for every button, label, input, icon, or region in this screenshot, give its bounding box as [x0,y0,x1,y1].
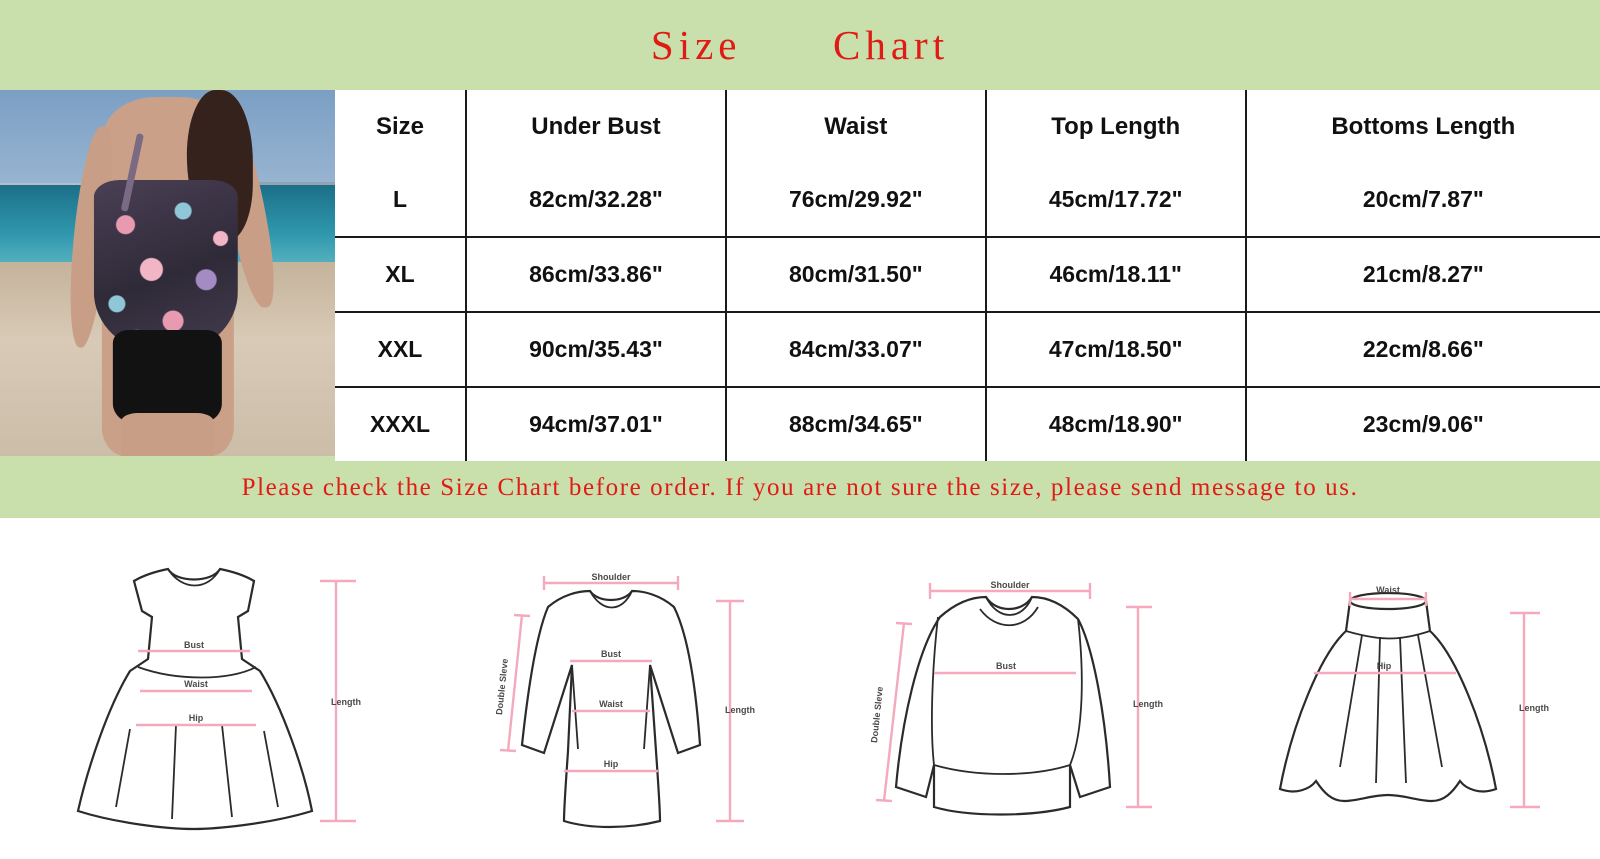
photo-model [62,90,282,456]
top-shoulder-label: Shoulder [591,572,630,582]
cell-bottoms-length: 20cm/7.87" [1244,163,1600,238]
cell-under-bust: 90cm/35.43" [465,311,727,388]
top-waist-label: Waist [599,699,623,709]
cell-bottoms-length: 23cm/9.06" [1244,386,1600,461]
cell-under-bust: 86cm/33.86" [465,236,727,313]
measurement-diagrams: Bust Waist Hip Length Shoulder Double Sl… [0,518,1600,859]
top-hip-label: Hip [604,759,619,769]
long-sleeve-top-icon: Shoulder Double Sleve Bust Waist Hip Len… [494,572,755,828]
cell-waist: 88cm/34.65" [724,386,987,461]
cell-waist: 84cm/33.07" [724,311,987,388]
cell-size: XXXL [335,386,467,461]
diagram-sweatshirt: Shoulder Double Sleve Bust Length [808,539,1188,839]
diagram-sleeveless-dress: Bust Waist Hip Length [16,539,396,839]
header-bottoms-length: Bottoms Length [1244,90,1600,163]
diagram-long-sleeve-top: Shoulder Double Sleve Bust Waist Hip Len… [412,539,792,839]
sweatshirt-length-label: Length [1133,699,1163,709]
cell-top-length: 45cm/17.72" [984,163,1247,238]
product-photo [0,90,335,456]
sweatshirt-sleeve-label: Double Sleve [869,686,885,743]
dress-bust-label: Bust [184,640,204,650]
size-chart-page: Size Chart Size Under Bust Waist Top Len… [0,0,1600,859]
skirt-icon: Waist Hip Length [1278,585,1549,808]
skirt-waist-label: Waist [1376,585,1400,595]
table-row: L 82cm/32.28" 76cm/29.92" 45cm/17.72" 20… [335,163,1600,238]
dress-waist-label: Waist [184,679,208,689]
cell-bottoms-length: 21cm/8.27" [1244,236,1600,313]
cell-under-bust: 82cm/32.28" [465,163,727,238]
black-swim-shorts [113,330,222,424]
header-under-bust: Under Bust [465,90,727,163]
size-table: Size Under Bust Waist Top Length Bottoms… [335,90,1600,461]
cell-waist: 80cm/31.50" [724,236,987,313]
sweatshirt-icon: Shoulder Double Sleve Bust Length [869,580,1163,816]
cell-size: L [335,163,467,238]
chart-body: Size Under Bust Waist Top Length Bottoms… [0,90,1600,461]
model-legs [120,412,215,456]
top-length-label: Length [725,705,755,715]
header-waist: Waist [724,90,987,163]
cell-size: XXL [335,311,467,388]
table-row: XXXL 94cm/37.01" 88cm/34.65" 48cm/18.90"… [335,386,1600,461]
table-row: XXL 90cm/35.43" 84cm/33.07" 47cm/18.50" … [335,311,1600,388]
notice-banner: Please check the Size Chart before order… [0,456,1600,518]
cell-size: XL [335,236,467,313]
skirt-length-label: Length [1519,703,1549,713]
cell-bottoms-length: 22cm/8.66" [1244,311,1600,388]
cell-waist: 76cm/29.92" [724,163,987,238]
dress-length-label: Length [331,697,361,707]
top-bust-label: Bust [601,649,621,659]
dress-icon: Bust Waist Hip Length [76,567,361,830]
sweatshirt-shoulder-label: Shoulder [990,580,1029,590]
top-sleeve-label: Double Sleve [494,658,510,715]
cell-under-bust: 94cm/37.01" [465,386,727,461]
skirt-hip-label: Hip [1377,661,1392,671]
table-header-row: Size Under Bust Waist Top Length Bottoms… [335,90,1600,163]
cell-top-length: 48cm/18.90" [984,386,1247,461]
header-top-length: Top Length [984,90,1247,163]
header-size: Size [335,90,467,163]
diagram-skirt: Waist Hip Length [1204,539,1584,839]
dress-hip-label: Hip [189,713,204,723]
cell-top-length: 47cm/18.50" [984,311,1247,388]
cell-top-length: 46cm/18.11" [984,236,1247,313]
page-title: Size Chart [650,21,950,68]
floral-tankini-top [93,179,238,352]
notice-text: Please check the Size Chart before order… [241,473,1359,501]
sweatshirt-bust-label: Bust [996,661,1016,671]
title-banner: Size Chart [0,0,1600,90]
table-row: XL 86cm/33.86" 80cm/31.50" 46cm/18.11" 2… [335,236,1600,313]
